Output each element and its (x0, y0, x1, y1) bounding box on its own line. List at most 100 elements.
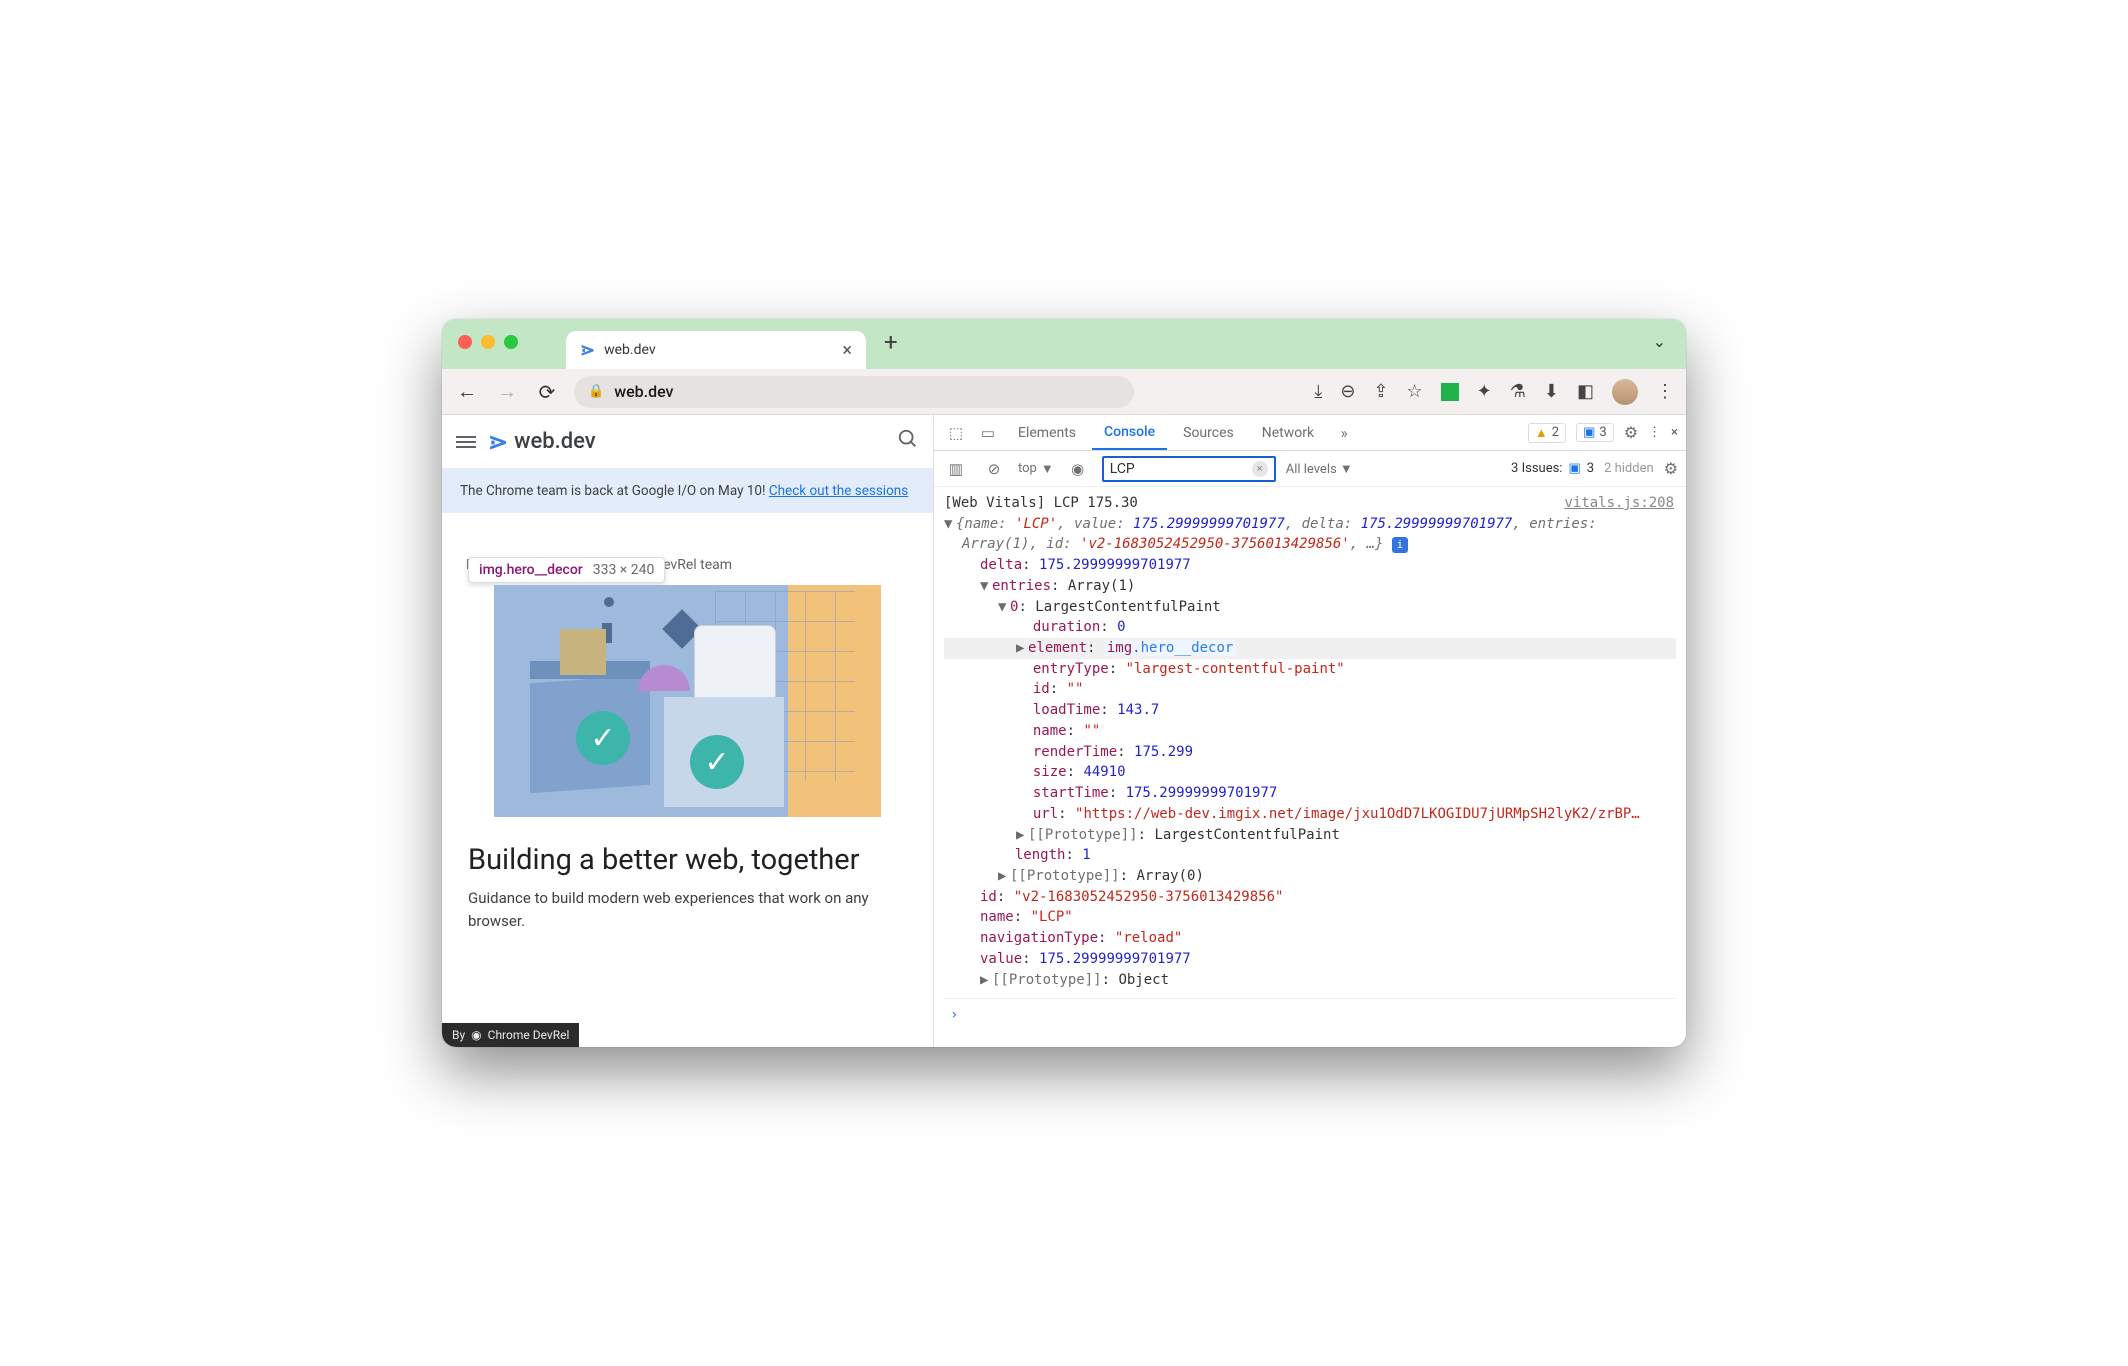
share-icon[interactable]: ⇪ (1373, 381, 1388, 402)
url-text: web.dev (614, 382, 673, 401)
toolbar-actions: ⤓ ⊖ ⇪ ☆ ✦ ⚗ ⬇ ◧ ⋮ (1314, 379, 1674, 405)
page-lead: Guidance to build modern web experiences… (442, 887, 933, 932)
prop-proto-arr[interactable]: ▶[[Prototype]]: Array(0) (944, 866, 1676, 887)
chrome-icon: ◉ (471, 1028, 481, 1042)
page-viewport: ⋗ web.dev The Chrome team is back at Goo… (442, 415, 934, 1047)
prop-delta[interactable]: delta: 175.29999999701977 (944, 555, 1676, 576)
console-prompt[interactable]: › (944, 998, 1676, 1026)
prop-entrytype[interactable]: entryType: "largest-contentful-paint" (944, 659, 1676, 680)
prop-name[interactable]: name: "" (944, 721, 1676, 742)
prop-loadtime[interactable]: loadTime: 143.7 (944, 700, 1676, 721)
page-heading: Building a better web, together (442, 817, 933, 887)
devtools-panel: ⬚ ▭ Elements Console Sources Network » ▲… (934, 415, 1686, 1047)
prop-navtype[interactable]: navigationType: "reload" (944, 928, 1676, 949)
console-sidebar-toggle[interactable]: ▥ (942, 460, 970, 478)
devtools-menu-button[interactable]: ⋮ (1648, 425, 1661, 440)
clear-filter-button[interactable]: × (1252, 461, 1268, 477)
more-tabs-button[interactable]: » (1330, 424, 1358, 442)
badge-text: Chrome DevRel (488, 1028, 570, 1042)
address-bar[interactable]: 🔒 web.dev (574, 376, 1134, 408)
tab-elements[interactable]: Elements (1006, 415, 1088, 450)
banner-text: The Chrome team is back at Google I/O on… (460, 483, 769, 499)
prop-size[interactable]: size: 44910 (944, 762, 1676, 783)
prop-entry-0[interactable]: ▼0: LargestContentfulPaint (944, 597, 1676, 618)
hidden-messages-label[interactable]: 2 hidden (1604, 461, 1654, 476)
log-summary-1[interactable]: ▼{name: 'LCP', value: 175.29999999701977… (944, 514, 1676, 535)
back-button[interactable]: ← (454, 379, 480, 404)
devtools-settings-icon[interactable]: ⚙ (1624, 423, 1638, 442)
element-inspect-tooltip: img.img.hero__decorhero__decor 333 × 240 (468, 557, 665, 583)
labs-icon[interactable]: ⚗ (1510, 381, 1526, 402)
menu-icon[interactable] (456, 436, 476, 448)
console-toolbar: ▥ ⊘ top ▼ ◉ LCP × All levels ▼ 3 Issues:… (934, 451, 1686, 487)
prop-proto-entry[interactable]: ▶[[Prototype]]: LargestContentfulPaint (944, 825, 1676, 846)
prop-proto-obj[interactable]: ▶[[Prototype]]: Object (944, 970, 1676, 991)
prop-obj-name[interactable]: name: "LCP" (944, 907, 1676, 928)
forward-button[interactable]: → (494, 379, 520, 404)
log-levels-selector[interactable]: All levels ▼ (1286, 461, 1353, 477)
titlebar: ⋗ web.dev × + ⌄ (442, 319, 1686, 369)
install-icon[interactable]: ⤓ (1314, 381, 1322, 402)
maximize-window-button[interactable] (504, 335, 518, 349)
tab-sources[interactable]: Sources (1171, 415, 1246, 450)
chrome-menu-button[interactable]: ⋮ (1656, 381, 1674, 402)
clear-console-button[interactable]: ⊘ (980, 460, 1008, 478)
context-selector[interactable]: top ▼ (1018, 461, 1054, 477)
banner-link[interactable]: Check out the sessions (769, 483, 908, 499)
content-split: ⋗ web.dev The Chrome team is back at Goo… (442, 415, 1686, 1047)
prop-rendertime[interactable]: renderTime: 175.299 (944, 742, 1676, 763)
prop-entries[interactable]: ▼entries: Array(1) (944, 576, 1676, 597)
browser-window: ⋗ web.dev × + ⌄ ← → ⟳ 🔒 web.dev ⤓ ⊖ ⇪ ☆ … (442, 319, 1686, 1047)
prop-obj-value[interactable]: value: 175.29999999701977 (944, 949, 1676, 970)
tab-console[interactable]: Console (1092, 415, 1167, 450)
devrel-badge[interactable]: By ◉ Chrome DevRel (442, 1023, 579, 1047)
zoom-icon[interactable]: ⊖ (1340, 381, 1355, 402)
site-brand[interactable]: ⋗ web.dev (488, 428, 596, 456)
downloads-icon[interactable]: ⬇ (1544, 381, 1559, 402)
prop-id[interactable]: id: "" (944, 679, 1676, 700)
prop-url[interactable]: url: "https://web-dev.imgix.net/image/jx… (944, 804, 1676, 825)
prop-starttime[interactable]: startTime: 175.29999999701977 (944, 783, 1676, 804)
tabs-menu-button[interactable]: ⌄ (1653, 332, 1672, 357)
extensions-icon[interactable]: ✦ (1477, 381, 1492, 402)
prop-element[interactable]: ▶element: img.hero__decor (944, 638, 1676, 659)
tab-network[interactable]: Network (1250, 415, 1326, 450)
warnings-badge[interactable]: ▲2 (1528, 423, 1566, 443)
filter-value: LCP (1110, 461, 1135, 477)
close-window-button[interactable] (458, 335, 472, 349)
sidepanel-icon[interactable]: ◧ (1577, 381, 1594, 402)
devtools-tabbar: ⬚ ▭ Elements Console Sources Network » ▲… (934, 415, 1686, 451)
brand-logo-icon: ⋗ (488, 428, 508, 456)
profile-avatar[interactable] (1612, 379, 1638, 405)
tab-favicon: ⋗ (580, 340, 595, 361)
inspect-dimensions: 333 × 240 (593, 562, 655, 578)
devtools-close-button[interactable]: × (1671, 425, 1678, 440)
reload-button[interactable]: ⟳ (534, 380, 560, 404)
site-header: ⋗ web.dev (442, 415, 933, 469)
console-filter-input[interactable]: LCP × (1102, 456, 1276, 482)
issues-button[interactable]: 3 Issues: ▣3 (1511, 461, 1594, 476)
live-expression-icon[interactable]: ◉ (1064, 460, 1092, 478)
prop-duration[interactable]: duration: 0 (944, 617, 1676, 638)
extension-lighthouse[interactable] (1441, 383, 1459, 401)
info-icon[interactable]: i (1392, 537, 1408, 553)
prop-obj-id[interactable]: id: "v2-1683052452950-3756013429856" (944, 887, 1676, 908)
source-link[interactable]: vitals.js:208 (1564, 493, 1674, 514)
prop-length[interactable]: length: 1 (944, 845, 1676, 866)
minimize-window-button[interactable] (481, 335, 495, 349)
lock-icon: 🔒 (588, 384, 604, 399)
close-tab-button[interactable]: × (842, 340, 852, 361)
tab-title: web.dev (604, 342, 656, 358)
messages-badge[interactable]: ▣3 (1576, 423, 1614, 442)
device-toolbar-icon[interactable]: ▭ (974, 424, 1002, 442)
window-controls (458, 335, 518, 349)
hero-image[interactable]: ✓ ✓ (494, 585, 881, 817)
console-settings-icon[interactable]: ⚙ (1664, 459, 1678, 478)
bookmark-icon[interactable]: ☆ (1407, 381, 1423, 402)
badge-prefix: By (452, 1028, 465, 1042)
search-icon[interactable] (897, 428, 919, 455)
console-output[interactable]: vitals.js:208 [Web Vitals] LCP 175.30 ▼{… (934, 487, 1686, 1047)
new-tab-button[interactable]: + (884, 328, 898, 360)
browser-tab[interactable]: ⋗ web.dev × (566, 331, 866, 369)
inspect-element-icon[interactable]: ⬚ (942, 424, 970, 442)
